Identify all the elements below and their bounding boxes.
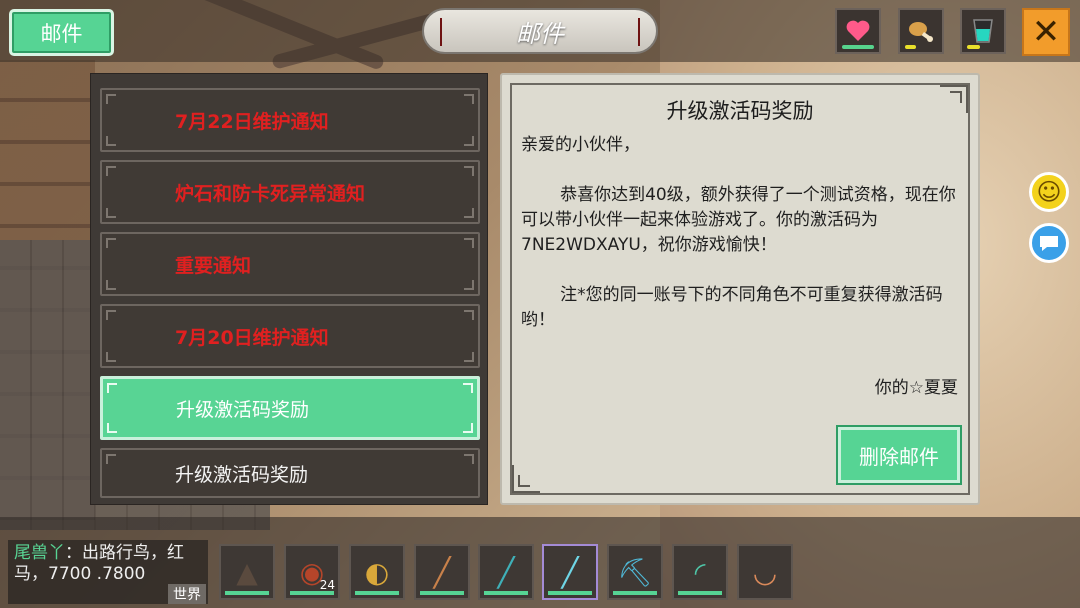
thirst-stat (960, 8, 1006, 54)
mail-item-selected[interactable]: 升级激活码奖励 (100, 376, 480, 440)
drumstick-icon (909, 22, 933, 42)
item-count: 24 (319, 578, 335, 592)
hotbar-slot[interactable]: ◜ (672, 544, 728, 600)
title-decoration (440, 18, 442, 46)
hunger-bar (905, 45, 917, 49)
mail-item-title: 升级激活码奖励 (176, 398, 310, 421)
hotbar-slot[interactable]: ◉ 24 (284, 544, 340, 600)
mail-item[interactable]: 7月22日维护通知 (100, 88, 480, 152)
thirst-bar (967, 45, 980, 49)
close-button[interactable]: ✕ (1022, 8, 1070, 56)
mail-item-title: 升级激活码奖励 (175, 463, 309, 486)
hunger-stat (898, 8, 944, 54)
mail-item[interactable]: 重要通知 (100, 232, 480, 296)
health-stat (835, 8, 881, 54)
window-title: 邮件 (422, 8, 658, 54)
hotbar-slot[interactable]: ╱ (414, 544, 470, 600)
water-cup-icon (973, 19, 993, 43)
hotbar-slot[interactable]: ▲ (219, 544, 275, 600)
spear-icon: ╱ (497, 555, 515, 589)
chat-button[interactable] (1029, 223, 1069, 263)
letter-body: 亲爱的小伙伴， 恭喜你达到40级，额外获得了一个测试资格，现在你可以带小伙伴一起… (521, 133, 961, 333)
chat-message: 尾兽丫：出路行鸟，红马，7700 .7800 (14, 543, 204, 585)
mail-item-title: 7月22日维护通知 (175, 110, 329, 133)
pickaxe-icon: ⛏ (617, 555, 653, 589)
heart-icon (846, 20, 870, 41)
horn-icon: ◐ (364, 555, 390, 589)
chat-bubble-icon (1040, 236, 1058, 251)
mail-tab-button[interactable]: 邮件 (9, 9, 114, 56)
crystal-sword-icon: ╱ (561, 555, 579, 589)
boat-icon: ◡ (752, 555, 778, 589)
hotbar-slot[interactable]: ⛏ (607, 544, 663, 600)
hotbar-slot[interactable]: ╱ (478, 544, 534, 600)
letter-paragraph: 恭喜你达到40级，额外获得了一个测试资格，现在你可以带小伙伴一起来体验游戏了。你… (521, 185, 956, 255)
mail-item-title: 炉石和防卡死异常通知 (175, 182, 366, 205)
mail-item-title: 7月20日维护通知 (175, 326, 329, 349)
mail-item[interactable]: 炉石和防卡死异常通知 (100, 160, 480, 224)
emote-button[interactable]: ☺ (1029, 172, 1069, 212)
mail-item-title: 重要通知 (175, 254, 252, 277)
window-title-text: 邮件 (516, 19, 564, 48)
campfire-icon: ▲ (236, 555, 258, 589)
hotbar-slot-selected[interactable]: ╱ (542, 544, 598, 600)
close-icon: ✕ (1031, 12, 1061, 52)
letter-paragraph: 注*您的同一账号下的不同角色不可重复获得激活码哟！ (521, 285, 943, 330)
letter-title: 升级激活码奖励 (666, 99, 814, 123)
letter-greeting: 亲爱的小伙伴， (521, 135, 640, 155)
smiley-icon: ☺ (1036, 178, 1062, 206)
world-channel-button[interactable]: 世界 (168, 584, 206, 604)
hotbar-slot[interactable]: ◡ (737, 544, 793, 600)
bow-icon: ◜ (694, 555, 706, 589)
health-bar (842, 45, 874, 49)
letter-signature: 你的☆夏夏 (874, 378, 958, 398)
mail-list-panel[interactable]: 7月22日维护通知 炉石和防卡死异常通知 重要通知 7月20日维护通知 升级激活… (90, 73, 488, 505)
hotbar-slot[interactable]: ◐ (349, 544, 405, 600)
chat-sender: 尾兽丫 (14, 543, 65, 563)
letter-panel: 升级激活码奖励 亲爱的小伙伴， 恭喜你达到40级，额外获得了一个测试资格，现在你… (500, 73, 980, 505)
mail-item[interactable]: 7月20日维护通知 (100, 304, 480, 368)
mail-item[interactable]: 升级激活码奖励 (100, 448, 480, 498)
club-icon: ╱ (433, 555, 451, 589)
frame-ornament (518, 475, 530, 487)
delete-mail-button[interactable]: 删除邮件 (838, 427, 960, 483)
title-decoration (638, 18, 640, 46)
